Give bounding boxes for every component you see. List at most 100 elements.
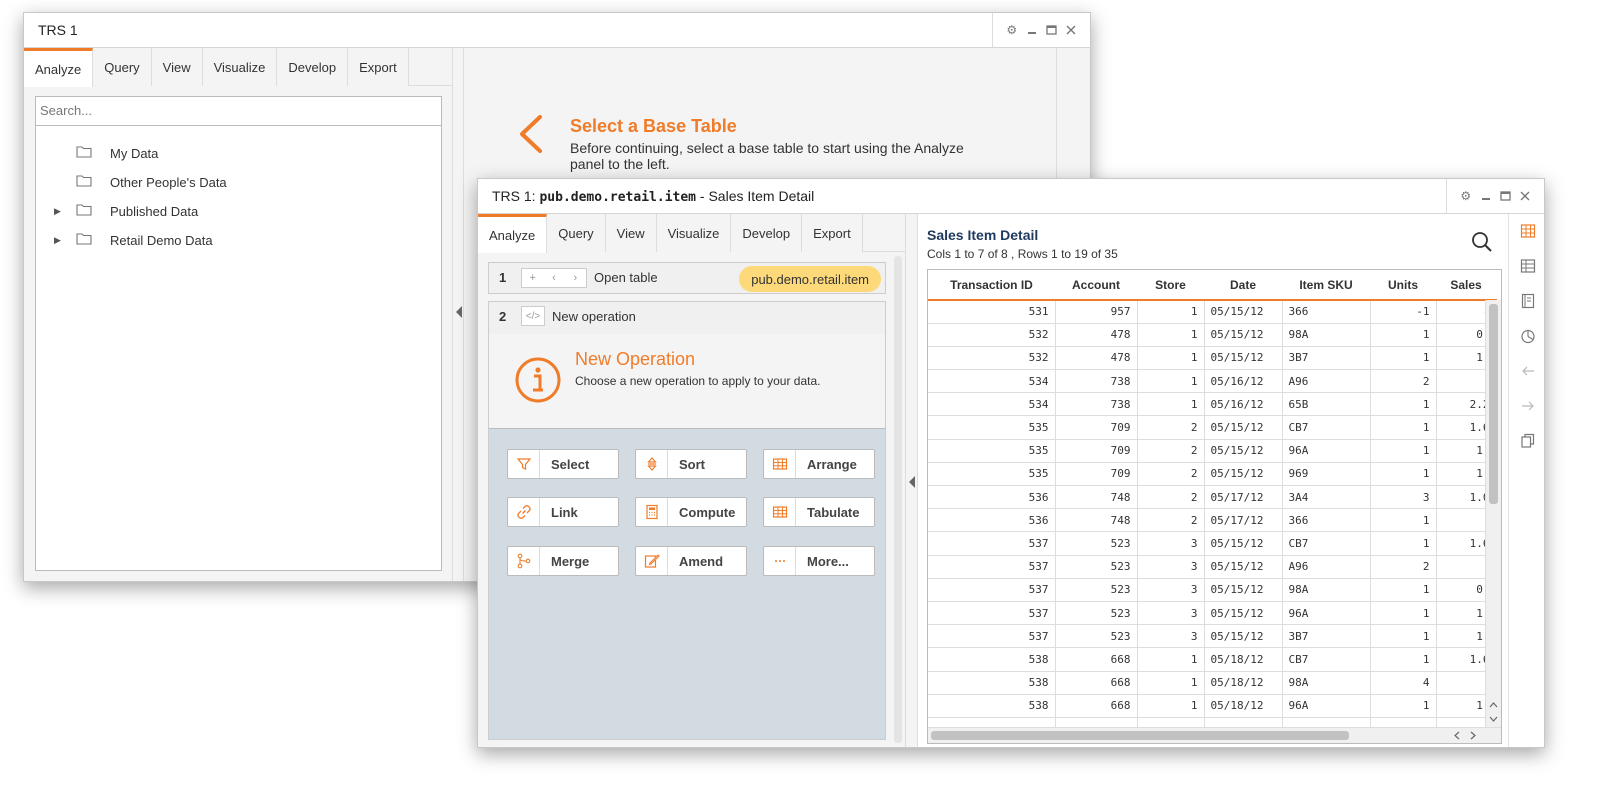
table-cell: 2 — [1137, 508, 1205, 533]
code-icon[interactable]: </> — [521, 306, 545, 326]
link-button[interactable]: Link — [507, 497, 619, 527]
arrange-button[interactable]: Arrange — [763, 449, 875, 479]
column-header[interactable]: Account — [1055, 270, 1137, 301]
tabulate-button[interactable]: Tabulate — [763, 497, 875, 527]
vertical-scrollbar[interactable] — [1485, 300, 1501, 727]
expand-arrow-icon[interactable]: ▶ — [54, 206, 61, 217]
chevron-right-icon[interactable]: › — [565, 272, 586, 284]
table-row[interactable]: 538 668 1 05/18/12 98A 4 — [928, 671, 1497, 695]
grid-view-icon[interactable] — [1520, 223, 1536, 239]
panel-splitter[interactable] — [452, 48, 464, 581]
maximize-icon[interactable] — [1498, 189, 1512, 203]
amend-button[interactable]: Amend — [635, 546, 747, 576]
table-row[interactable]: 538 668 1 05/18/12 CB7 1 1.6 — [928, 647, 1497, 672]
table-row[interactable]: 531957105/15/12366-1- — [928, 300, 1497, 324]
table-row[interactable]: 535 709 2 05/15/12 96A 1 1. — [928, 439, 1497, 463]
tree-item[interactable]: My Data — [36, 143, 441, 163]
tab-develop[interactable]: Develop — [731, 214, 803, 252]
collapse-left-icon[interactable] — [908, 476, 916, 488]
title-bar[interactable]: TRS 1: pub.demo.retail.item - Sales Item… — [478, 179, 1544, 214]
table-row[interactable]: 538 668 1 05/18/12 96A 1 1. — [928, 694, 1497, 718]
compute-button[interactable]: Compute — [635, 497, 747, 527]
table-row[interactable]: 534 738 1 05/16/12 65B 1 2.2 — [928, 392, 1497, 417]
select-button[interactable]: Select — [507, 449, 619, 479]
base-table-text: Before continuing, select a base table t… — [570, 140, 964, 172]
search-icon[interactable] — [1471, 231, 1493, 253]
table-row[interactable]: 537 523 3 05/15/12 A96 2 — [928, 555, 1497, 579]
expand-arrow-icon[interactable]: ▶ — [54, 235, 61, 246]
title-bar[interactable]: TRS 1 ⚙ — [24, 13, 1090, 48]
chart-icon[interactable] — [1520, 328, 1536, 344]
table-row[interactable]: 534 738 1 05/16/12 A96 2 — [928, 369, 1497, 394]
table-cell: 537 — [928, 578, 1056, 602]
search-input[interactable]: Search... — [35, 96, 442, 126]
maximize-icon[interactable] — [1044, 23, 1058, 37]
table-row[interactable]: 537 523 3 05/15/12 3B7 1 1. — [928, 624, 1497, 649]
more-button[interactable]: More... — [763, 546, 875, 576]
table-row[interactable]: 537 523 3 05/15/12 CB7 1 1.6 — [928, 531, 1497, 556]
scroll-thumb[interactable] — [1489, 304, 1498, 504]
scroll-left-icon[interactable] — [1453, 731, 1461, 740]
tab-view[interactable]: View — [151, 48, 203, 86]
table-icon[interactable] — [1520, 258, 1536, 274]
tab-export[interactable]: Export — [348, 48, 409, 86]
tree-item[interactable]: ▶ Published Data — [36, 201, 441, 221]
tree-item-label: Published Data — [110, 203, 199, 219]
data-grid[interactable]: Transaction ID Account Store Date Item SKU Un… — [927, 269, 1502, 744]
minimize-icon[interactable] — [1025, 23, 1039, 37]
tree-item[interactable]: ▶ Retail Demo Data — [36, 230, 441, 250]
collapse-left-icon[interactable] — [455, 306, 463, 318]
tab-query[interactable]: Query — [547, 214, 606, 252]
column-header[interactable]: Units — [1370, 270, 1436, 301]
tab-visualize[interactable]: Visualize — [202, 48, 278, 86]
window-title: TRS 1 — [38, 22, 78, 38]
table-name-pill[interactable]: pub.demo.retail.item — [739, 266, 881, 292]
tab-develop[interactable]: Develop — [277, 48, 349, 86]
horizontal-scrollbar[interactable] — [928, 727, 1501, 743]
tab-export[interactable]: Export — [802, 214, 863, 252]
scroll-right-icon[interactable] — [1469, 731, 1477, 740]
merge-button[interactable]: Merge — [507, 546, 619, 576]
table-cell: CB7 — [1282, 531, 1371, 556]
book-icon[interactable] — [1520, 293, 1536, 309]
step-open-table[interactable]: 1 + ‹ › Open table pub.demo.retail.item — [488, 262, 886, 294]
chevron-left-icon[interactable]: ‹ — [543, 272, 564, 284]
table-row[interactable]: 536 748 2 05/17/12 366 1 — [928, 508, 1497, 533]
table-row[interactable]: 537 523 3 05/15/12 98A 1 0. — [928, 578, 1497, 602]
column-header[interactable]: Date — [1204, 270, 1282, 301]
close-icon[interactable] — [1518, 189, 1532, 203]
table-row[interactable]: 537 523 3 05/15/12 96A 1 1. — [928, 601, 1497, 626]
sort-button[interactable]: Sort — [635, 449, 747, 479]
tab-visualize[interactable]: Visualize — [656, 214, 732, 252]
copy-icon[interactable] — [1520, 433, 1536, 449]
tab-analyze[interactable]: Analyze — [24, 48, 94, 87]
table-cell: 1 — [1370, 323, 1437, 347]
gear-icon[interactable]: ⚙ — [1005, 23, 1019, 37]
close-icon[interactable] — [1064, 23, 1078, 37]
forward-arrow-icon[interactable] — [1520, 398, 1536, 414]
scroll-down-icon[interactable] — [1489, 715, 1498, 723]
column-header[interactable]: Transaction ID — [928, 270, 1055, 301]
table-row[interactable]: 532 478 1 05/15/12 3B7 1 1. — [928, 346, 1497, 371]
column-header[interactable]: Sales — [1436, 270, 1496, 301]
left-scrollbar[interactable] — [894, 256, 902, 743]
table-row[interactable]: 535 709 2 05/15/12 969 1 1. — [928, 462, 1497, 487]
scroll-thumb[interactable] — [931, 731, 1349, 740]
panel-splitter[interactable] — [905, 214, 918, 747]
table-cell: 1 — [1137, 671, 1205, 695]
table-row[interactable]: 532 478 1 05/15/12 98A 1 0. — [928, 323, 1497, 347]
tree-item[interactable]: Other People's Data — [36, 172, 441, 192]
table-row[interactable]: 536 748 2 05/17/12 3A4 3 1.0 — [928, 485, 1497, 510]
gear-icon[interactable]: ⚙ — [1459, 189, 1473, 203]
column-header[interactable]: Store — [1137, 270, 1204, 301]
table-row[interactable]: 535 709 2 05/15/12 CB7 1 1.6 — [928, 415, 1497, 440]
tab-analyze[interactable]: Analyze — [478, 214, 548, 253]
tab-view[interactable]: View — [605, 214, 657, 252]
back-arrow-icon[interactable] — [1520, 363, 1536, 379]
scroll-up-icon[interactable] — [1489, 701, 1498, 709]
table-cell: 3A4 — [1282, 485, 1371, 510]
minimize-icon[interactable] — [1479, 189, 1493, 203]
column-header[interactable]: Item SKU — [1282, 270, 1370, 301]
add-icon[interactable]: + — [522, 272, 543, 284]
tab-query[interactable]: Query — [93, 48, 152, 86]
